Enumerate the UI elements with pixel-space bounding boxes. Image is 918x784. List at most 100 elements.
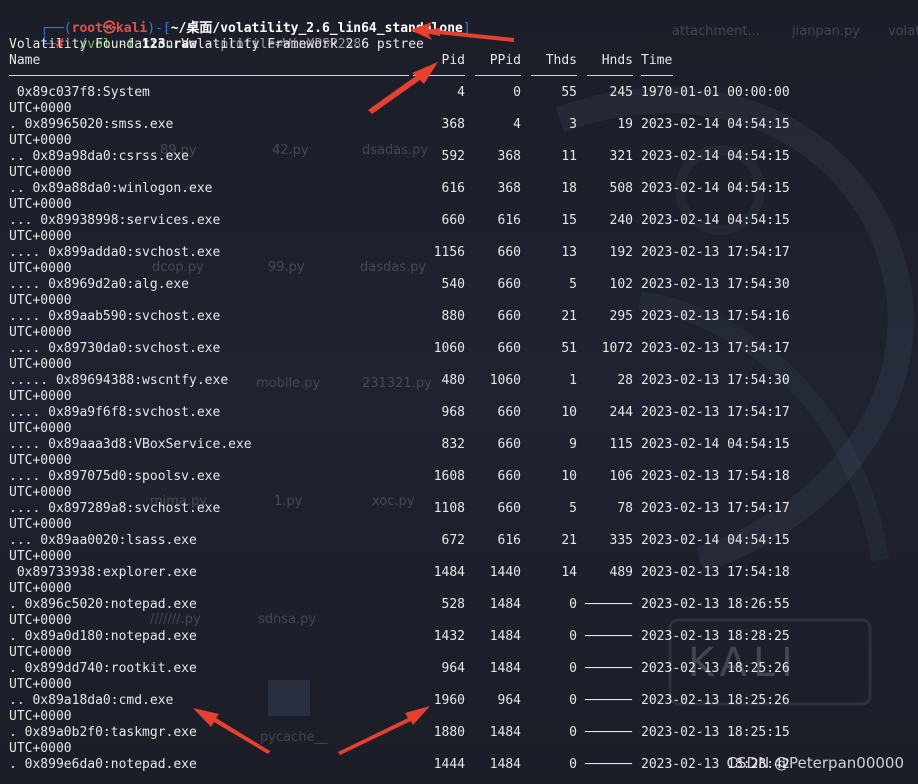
process-ppid: 660 xyxy=(497,405,521,420)
process-start-time: 2023-02-13 17:54:30 xyxy=(641,277,790,292)
process-name: .... 0x899adda0:svchost.exe xyxy=(9,245,221,260)
process-handles: ────── xyxy=(585,629,632,644)
process-handles: 321 xyxy=(609,149,633,164)
process-timezone: UTC+0000 xyxy=(9,613,72,628)
process-threads: 0 xyxy=(569,597,577,612)
process-timezone: UTC+0000 xyxy=(9,389,72,404)
process-threads: 21 xyxy=(561,533,577,548)
process-pid: 1432 xyxy=(433,629,465,644)
process-ppid: 1484 xyxy=(489,629,521,644)
process-threads: 0 xyxy=(569,693,577,708)
process-row: ... 0x89938998:services.exe 660 616 15 240 20… xyxy=(0,213,918,245)
process-start-time: 2023-02-13 18:28:25 xyxy=(641,629,790,644)
process-ppid: 1060 xyxy=(489,373,521,388)
process-threads: 5 xyxy=(569,277,577,292)
process-timezone: UTC+0000 xyxy=(9,581,72,596)
process-name: .... 0x897289a8:svchost.exe xyxy=(9,501,221,516)
process-ppid: 1484 xyxy=(489,597,521,612)
process-row: ... 0x89aa0020:lsass.exe 672 616 21 335 2023-… xyxy=(0,533,918,565)
process-timezone: UTC+0000 xyxy=(9,549,72,564)
process-name: 0x89733938:explorer.exe xyxy=(9,565,197,580)
process-name: . 0x89a0d180:notepad.exe xyxy=(9,629,197,644)
process-handles: 489 xyxy=(609,565,633,580)
process-threads: 9 xyxy=(569,437,577,452)
process-pid: 1608 xyxy=(433,469,465,484)
process-start-time: 1970-01-01 00:00:00 xyxy=(641,85,790,100)
process-row: . 0x896c5020:notepad.exe 528 1484 0 ────── 20… xyxy=(0,597,918,629)
header-name: Name xyxy=(9,53,41,68)
process-handles: 192 xyxy=(609,245,633,260)
process-name: . 0x899dd740:rootkit.exe xyxy=(9,661,197,676)
process-name: ... 0x89938998:services.exe xyxy=(9,213,221,228)
process-pid: 1156 xyxy=(433,245,465,260)
process-handles: 19 xyxy=(617,117,633,132)
process-pid: 832 xyxy=(441,437,465,452)
process-pid: 528 xyxy=(441,597,465,612)
process-start-time: 2023-02-14 04:54:15 xyxy=(641,213,790,228)
process-timezone: UTC+0000 xyxy=(9,133,72,148)
process-row: .... 0x89a9f6f8:svchost.exe 968 660 10 244 20… xyxy=(0,405,918,437)
process-timezone: UTC+0000 xyxy=(9,325,72,340)
header-underline-pid xyxy=(413,75,465,76)
bg-file-label: volati xyxy=(888,24,918,39)
header-pid: Pid xyxy=(441,53,465,68)
process-timezone: UTC+0000 xyxy=(9,165,72,180)
process-start-time: 2023-02-13 18:25:15 xyxy=(641,725,790,740)
process-start-time: 2023-02-13 17:54:18 xyxy=(641,469,790,484)
process-pid: 1880 xyxy=(433,725,465,740)
process-pid: 1108 xyxy=(433,501,465,516)
process-row: .. 0x89a98da0:csrss.exe 592 368 11 321 2023-0… xyxy=(0,149,918,181)
terminal-window[interactable]: attachment... jianpan.py volati 42.py 89… xyxy=(0,0,918,784)
command-line[interactable]: └─# ./vol -f 123.raw --profile=WinXPSP2x… xyxy=(9,21,424,52)
header-time: Time xyxy=(641,53,673,68)
process-start-time: 2023-02-13 18:25:26 xyxy=(641,661,790,676)
process-row: .... 0x899adda0:svchost.exe 1156 660 13 192 2… xyxy=(0,245,918,277)
process-handles: 508 xyxy=(609,181,633,196)
process-handles: ────── xyxy=(585,757,632,772)
header-underline-ppid xyxy=(475,75,521,76)
process-pid: 368 xyxy=(441,117,465,132)
process-row: . 0x89965020:smss.exe 368 4 3 19 2023-02-14 0… xyxy=(0,117,918,149)
process-pid: 540 xyxy=(441,277,465,292)
process-threads: 0 xyxy=(569,725,577,740)
process-row: .. 0x89a88da0:winlogon.exe 616 368 18 508 202… xyxy=(0,181,918,213)
process-handles: ────── xyxy=(585,661,632,676)
process-timezone: UTC+0000 xyxy=(9,293,72,308)
header-underline-hnds xyxy=(587,75,633,76)
process-timezone: UTC+0000 xyxy=(9,453,72,468)
process-pid: 1060 xyxy=(433,341,465,356)
header-thds: Thds xyxy=(545,53,577,68)
process-ppid: 1484 xyxy=(489,757,521,772)
process-pid: 1960 xyxy=(433,693,465,708)
process-ppid: 616 xyxy=(497,213,521,228)
process-pid: 968 xyxy=(441,405,465,420)
process-name: .. 0x89a18da0:cmd.exe xyxy=(9,693,174,708)
process-handles: 1072 xyxy=(601,341,633,356)
header-underline-time xyxy=(641,75,673,76)
process-name: . 0x896c5020:notepad.exe xyxy=(9,597,197,612)
process-row: .... 0x89730da0:svchost.exe 1060 660 51 1072… xyxy=(0,341,918,373)
process-handles: 244 xyxy=(609,405,633,420)
process-row: . 0x89a0d180:notepad.exe 1432 1484 0 ────── 2… xyxy=(0,629,918,661)
process-handles: 106 xyxy=(609,469,633,484)
process-timezone: UTC+0000 xyxy=(9,741,72,756)
process-ppid: 4 xyxy=(513,117,521,132)
volatility-banner: Volatility Foundation Volatility Framewo… xyxy=(9,37,370,52)
process-timezone: UTC+0000 xyxy=(9,709,72,724)
process-name: . 0x89a0b2f0:taskmgr.exe xyxy=(9,725,197,740)
process-start-time: 2023-02-13 17:54:17 xyxy=(641,341,790,356)
process-name: . 0x899e6da0:notepad.exe xyxy=(9,757,197,772)
process-threads: 18 xyxy=(561,181,577,196)
process-start-time: 2023-02-13 17:54:18 xyxy=(641,565,790,580)
process-timezone: UTC+0000 xyxy=(9,485,72,500)
process-start-time: 2023-02-13 17:54:30 xyxy=(641,373,790,388)
process-name: .... 0x89aab590:svchost.exe xyxy=(9,309,221,324)
command-plugin-arg: pstree xyxy=(376,37,424,52)
process-name: ... 0x89aa0020:lsass.exe xyxy=(9,533,197,548)
process-timezone: UTC+0000 xyxy=(9,517,72,532)
process-threads: 0 xyxy=(569,757,577,772)
process-start-time: 2023-02-14 04:54:15 xyxy=(641,181,790,196)
process-row: ..... 0x89694388:wscntfy.exe 480 1060 1 28 20… xyxy=(0,373,918,405)
process-name: . 0x89965020:smss.exe xyxy=(9,117,174,132)
bg-file-label: jianpan.py xyxy=(792,24,860,39)
